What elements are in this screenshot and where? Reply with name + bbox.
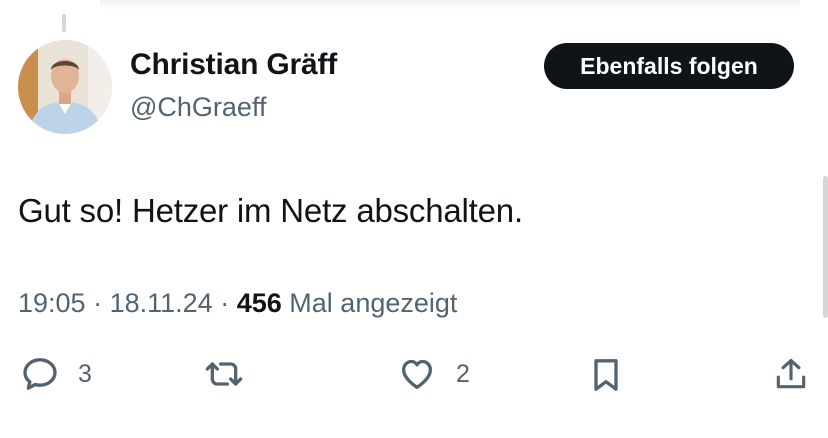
thread-line (62, 14, 66, 32)
like-count: 2 (456, 359, 470, 388)
bookmark-button[interactable] (586, 354, 626, 396)
share-icon (772, 354, 810, 394)
avatar[interactable] (18, 40, 112, 134)
share-button[interactable] (772, 354, 810, 394)
like-icon (396, 354, 438, 394)
author-handle[interactable]: @ChGraeff (130, 92, 266, 123)
like-button[interactable]: 2 (396, 354, 470, 394)
tweet-date[interactable]: 18.11.24 (110, 288, 213, 318)
tweet-text: Gut so! Hetzer im Netz abschalten. (18, 192, 523, 229)
scrollbar[interactable] (823, 176, 828, 318)
views-count: 456 (236, 288, 282, 318)
bookmark-icon (586, 354, 626, 396)
reply-button[interactable]: 3 (20, 354, 92, 394)
author-name[interactable]: Christian Gräff (130, 48, 337, 82)
tweet-time[interactable]: 19:05 (18, 288, 86, 318)
follow-button[interactable]: Ebenfalls folgen (544, 43, 794, 89)
tweet-meta: 19:05 · 18.11.24 · 456 Mal angezeigt (18, 288, 457, 319)
previous-tweet-edge (100, 0, 800, 10)
reply-count: 3 (78, 359, 92, 388)
views-label: Mal angezeigt (289, 288, 458, 318)
reply-icon (20, 354, 60, 394)
meta-separator: · (93, 288, 110, 318)
repost-icon (202, 354, 246, 394)
repost-button[interactable] (202, 354, 246, 394)
meta-separator: · (220, 288, 237, 318)
